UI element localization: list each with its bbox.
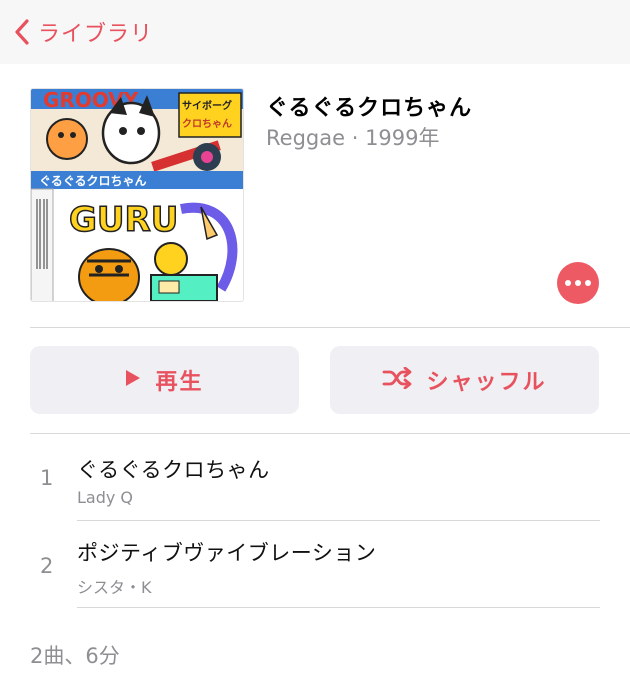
play-icon: [125, 369, 141, 391]
album-meta[interactable]: Reggae · 1999年: [266, 122, 440, 152]
more-icon: [565, 280, 571, 286]
track-artist: シスタ・K: [77, 578, 152, 597]
album-genre[interactable]: Reggae: [266, 126, 345, 150]
album-title: ぐるぐるクロちゃん: [266, 96, 473, 121]
cover-logo-line1: サイボーグ: [182, 99, 232, 112]
actions-divider: [30, 433, 630, 434]
back-label: ライブラリ: [38, 22, 154, 47]
shuffle-label: シャッフル: [426, 370, 547, 395]
track-number: 2: [40, 554, 54, 578]
play-label: 再生: [155, 370, 204, 395]
header-divider: [30, 327, 630, 328]
track-number: 1: [40, 466, 54, 490]
cover-band-text: ぐるぐるクロちゃん: [39, 174, 147, 188]
more-options-button[interactable]: [557, 262, 599, 304]
album-year: 1999年: [365, 126, 440, 150]
play-button[interactable]: 再生: [30, 346, 299, 414]
shuffle-button[interactable]: シャッフル: [330, 346, 599, 414]
track-artist: Lady Q: [77, 488, 134, 507]
track-title[interactable]: ポジティブヴァイブレーション: [77, 537, 376, 567]
navigation-bar: ライブラリ: [0, 0, 630, 64]
album-summary: 2曲、6分: [30, 644, 120, 668]
back-button[interactable]: ライブラリ: [14, 12, 153, 52]
track-title[interactable]: ぐるぐるクロちゃん: [77, 454, 270, 484]
meta-separator: ·: [345, 126, 366, 150]
cover-logo-line2: クロちゃん: [182, 118, 232, 130]
album-artwork[interactable]: GROOVY サイボーグ クロちゃん ぐるぐるクロちゃん GURU: [30, 88, 244, 302]
track-divider: [77, 520, 600, 521]
track-divider: [77, 607, 600, 608]
shuffle-icon: [382, 366, 412, 393]
chevron-left-icon: [14, 18, 30, 46]
cover-middle-text: GURU: [69, 200, 178, 240]
